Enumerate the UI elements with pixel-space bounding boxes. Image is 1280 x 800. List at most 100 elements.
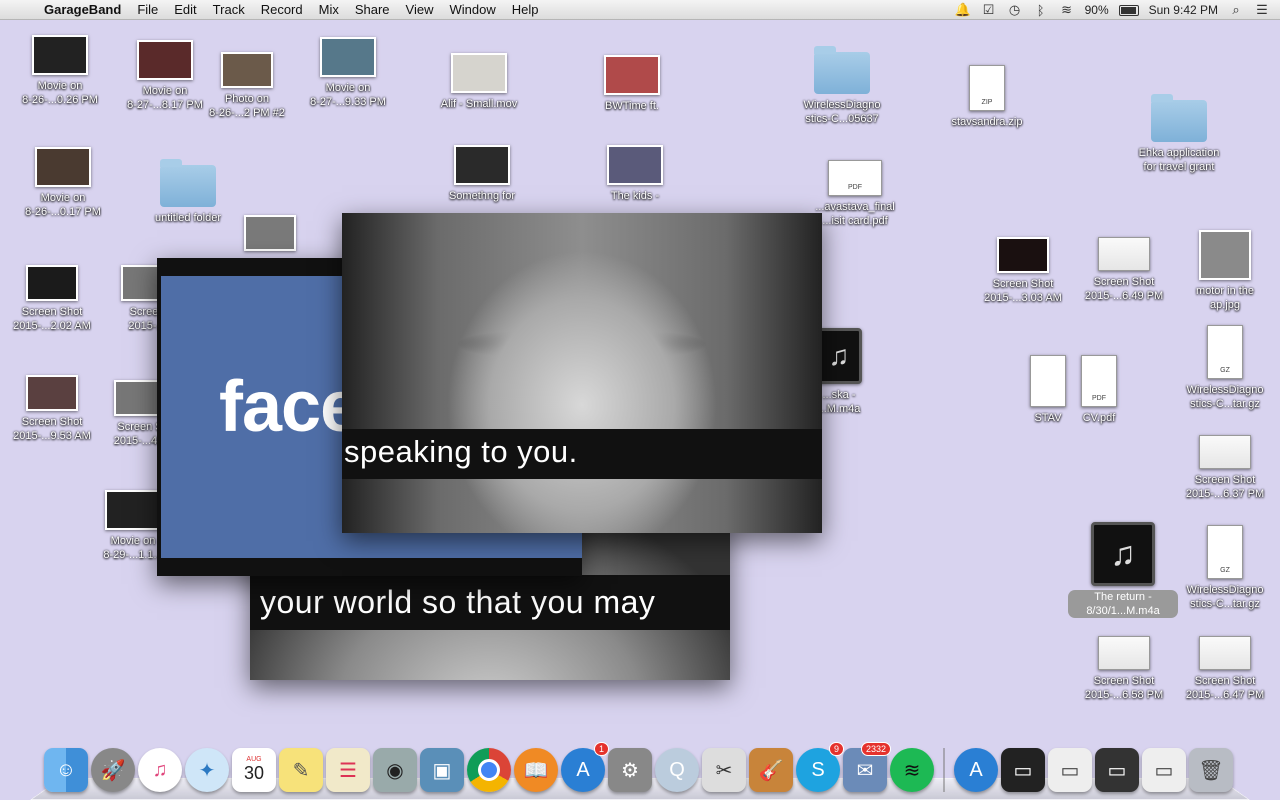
quicktime-icon[interactable]: Q bbox=[655, 748, 699, 792]
video-thumbnail bbox=[607, 145, 663, 185]
desktop-icon-movie[interactable]: Movie on 8-26-...0.17 PM bbox=[8, 147, 118, 219]
icon-label: Photo on 8-26-...2 PM #2 bbox=[209, 93, 285, 119]
itunes-icon[interactable]: ♫ bbox=[138, 748, 182, 792]
spotlight-search-icon[interactable]: ⌕ bbox=[1228, 2, 1244, 18]
dock-separator bbox=[943, 748, 945, 792]
video-frame bbox=[342, 213, 822, 533]
desktop-icon-movie[interactable]: Somethng for bbox=[427, 145, 537, 203]
icon-label: Ehka application for travel grant bbox=[1138, 147, 1220, 173]
desktop-icon-image[interactable]: motor in the ap.jpg bbox=[1170, 230, 1280, 312]
bluetooth-icon[interactable]: ᛒ bbox=[1033, 3, 1049, 18]
finder-icon[interactable]: ☺ bbox=[44, 748, 88, 792]
desktop-icon-audio-selected[interactable]: ♫ The return -8/30/1...M.m4a bbox=[1068, 522, 1178, 618]
icon-label: BWTime ft. bbox=[605, 100, 659, 112]
app-store-icon[interactable]: A1 bbox=[561, 742, 609, 792]
time-machine-icon[interactable]: ◷ bbox=[1007, 2, 1023, 18]
icon-label: Screen Shot 2015-...2.02 AM bbox=[13, 306, 91, 332]
icon-label: motor in the ap.jpg bbox=[1195, 285, 1255, 311]
desktop-icon-gz[interactable]: WirelessDiagnostics-C...tar.gz bbox=[1170, 525, 1280, 611]
desktop-icon-screenshot[interactable]: Screen Shot 2015-...3.03 AM bbox=[968, 237, 1078, 305]
icon-label: Somethng for bbox=[448, 190, 516, 202]
pdf-file-icon bbox=[1081, 355, 1117, 407]
desktop-icon-movie[interactable]: BWTime ft. bbox=[577, 55, 687, 113]
battery-icon[interactable] bbox=[1118, 4, 1139, 16]
music-note-icon: ♫ bbox=[816, 328, 862, 384]
calendar-icon[interactable]: AUG 30 bbox=[232, 748, 276, 792]
video-thumbnail bbox=[451, 53, 507, 93]
menu-file[interactable]: File bbox=[129, 2, 166, 17]
pdf-file-icon bbox=[828, 160, 882, 196]
screenshot-thumbnail bbox=[26, 265, 78, 301]
reminders-icon[interactable]: ☰ bbox=[326, 748, 370, 792]
menu-app-name[interactable]: GarageBand bbox=[40, 2, 129, 17]
menu-record[interactable]: Record bbox=[253, 2, 311, 17]
menu-edit[interactable]: Edit bbox=[166, 2, 204, 17]
menu-mix[interactable]: Mix bbox=[311, 2, 347, 17]
system-preferences-icon[interactable]: ⚙ bbox=[608, 748, 652, 792]
screenshot-thumbnail bbox=[26, 375, 78, 411]
desktop-icon-movie[interactable]: Movie on 8-27-...9.33 PM bbox=[293, 37, 403, 109]
desktop-icon-screenshot[interactable]: Screen Shot 2015-...2.02 AM bbox=[0, 265, 107, 333]
photo-thumbnail bbox=[244, 215, 296, 251]
notes-icon[interactable]: ✎ bbox=[279, 748, 323, 792]
menu-window[interactable]: Window bbox=[442, 2, 504, 17]
ibooks-icon[interactable]: 📖 bbox=[514, 748, 558, 792]
icon-label: WirelessDiagno stics-C...05637 bbox=[803, 99, 881, 125]
minimized-window-icon[interactable]: ▭ bbox=[1142, 748, 1186, 792]
image-capture-icon[interactable]: ✂ bbox=[702, 748, 746, 792]
safari-icon[interactable]: ✦ bbox=[185, 748, 229, 792]
gz-file-icon bbox=[1207, 325, 1243, 379]
icon-label: Screen Shot 2015-...6.58 PM bbox=[1084, 675, 1164, 701]
spotify-icon[interactable]: ≋ bbox=[890, 748, 934, 792]
notification-bell-icon[interactable]: 🔔 bbox=[955, 2, 971, 18]
video-window-front[interactable]: speaking to you. bbox=[342, 213, 822, 533]
minimized-window-icon[interactable]: ▭ bbox=[1095, 748, 1139, 792]
menu-view[interactable]: View bbox=[398, 2, 442, 17]
desktop-icon-movie[interactable]: The kids - bbox=[580, 145, 690, 203]
chrome-icon[interactable] bbox=[467, 748, 511, 792]
icon-label: CV.pdf bbox=[1082, 412, 1116, 424]
mail-icon[interactable]: ✉ 2332 bbox=[843, 742, 891, 792]
skype-icon[interactable]: S9 bbox=[796, 742, 844, 792]
desktop-icon-screenshot[interactable]: Screen Shot 2015-...6.58 PM bbox=[1069, 636, 1179, 702]
menu-share[interactable]: Share bbox=[347, 2, 398, 17]
launchpad-icon[interactable]: 🚀 bbox=[91, 748, 135, 792]
desktop-icon-pdf[interactable]: CV.pdf bbox=[1044, 355, 1154, 425]
menu-track[interactable]: Track bbox=[205, 2, 253, 17]
desktop-icon-screenshot[interactable]: Screen Shot 2015-...6.47 PM bbox=[1170, 636, 1280, 702]
status-area: 🔔 ☑ ◷ ᛒ ≋ 90% Sun 9:42 PM ⌕ ☰ bbox=[955, 0, 1280, 20]
app-store-download-icon[interactable]: A bbox=[954, 748, 998, 792]
video-thumbnail bbox=[35, 147, 91, 187]
menu-help[interactable]: Help bbox=[504, 2, 547, 17]
desktop-icon-gz[interactable]: WirelessDiagnostics-C...tar.gz bbox=[1170, 325, 1280, 411]
minimized-window-icon[interactable]: ▭ bbox=[1001, 748, 1045, 792]
screenshot-thumbnail bbox=[997, 237, 1049, 273]
wifi-icon[interactable]: ≋ bbox=[1059, 2, 1075, 18]
video-thumbnail bbox=[320, 37, 376, 77]
icon-label: The return -8/30/1...M.m4a bbox=[1068, 590, 1178, 618]
desktop-icon-photo[interactable] bbox=[215, 215, 325, 251]
notification-center-icon[interactable]: ☰ bbox=[1254, 2, 1270, 18]
desktop-icon-folder[interactable]: Ehka application for travel grant bbox=[1124, 94, 1234, 174]
checkbox-icon[interactable]: ☑ bbox=[981, 2, 997, 18]
desktop-icon-screenshot[interactable]: Screen Shot 2015-...6.37 PM bbox=[1170, 435, 1280, 501]
folder-icon bbox=[1151, 94, 1207, 142]
garageband-icon[interactable]: 🎸 bbox=[749, 748, 793, 792]
trash-icon[interactable]: 🗑 bbox=[1189, 748, 1233, 792]
video-thumbnail bbox=[137, 40, 193, 80]
desktop-icon-folder[interactable]: WirelessDiagno stics-C...05637 bbox=[787, 46, 897, 126]
clock[interactable]: Sun 9:42 PM bbox=[1149, 3, 1218, 17]
video-thumbnail bbox=[32, 35, 88, 75]
facetime-icon[interactable]: ◉ bbox=[373, 748, 417, 792]
screenshot-thumbnail bbox=[1199, 435, 1251, 469]
desktop-icon-screenshot[interactable]: Screen Shot 2015-...6.49 PM bbox=[1069, 237, 1179, 303]
minimized-window-icon[interactable]: ▭ bbox=[1048, 748, 1092, 792]
desktop-icon-zip[interactable]: stavsandra.zip bbox=[932, 65, 1042, 129]
desktop-icon-movie[interactable]: Alif - Small.mov bbox=[424, 53, 534, 111]
desktop-icon-photo[interactable]: Photo on 8-26-...2 PM #2 bbox=[192, 52, 302, 120]
dock: ☺ 🚀 ♫ ✦ AUG 30 ✎ ☰ ◉ ▣ 📖 A1 ⚙ Q ✂ 🎸 S9 ✉ 2… bbox=[30, 738, 1250, 800]
battery-percent[interactable]: 90% bbox=[1085, 3, 1109, 17]
iphoto-icon[interactable]: ▣ bbox=[420, 748, 464, 792]
desktop-icon-movie[interactable]: Movie on 8-26-...0.26 PM bbox=[5, 35, 115, 107]
music-note-icon: ♫ bbox=[1091, 522, 1155, 586]
